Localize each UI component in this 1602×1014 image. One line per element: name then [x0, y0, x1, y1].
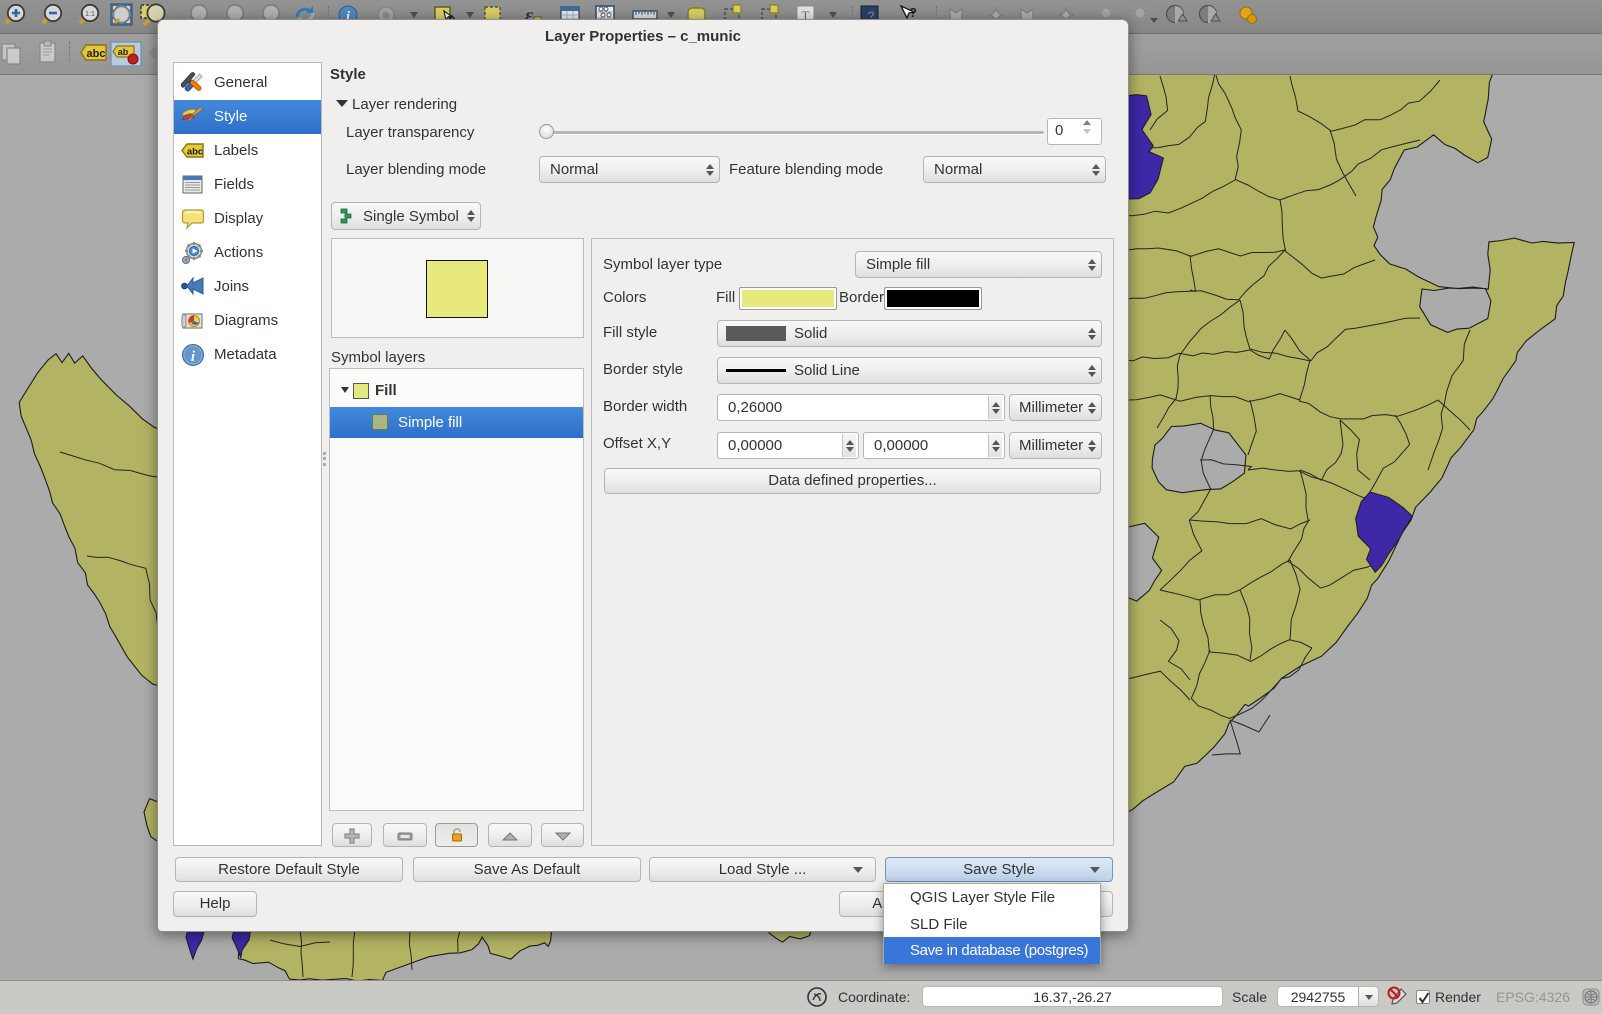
svg-text:ab: ab — [118, 47, 129, 57]
svg-text:?: ? — [909, 5, 917, 20]
svg-text:1:1: 1:1 — [85, 11, 95, 18]
svg-text:abc: abc — [187, 147, 203, 158]
svg-text:abc: abc — [87, 48, 106, 60]
